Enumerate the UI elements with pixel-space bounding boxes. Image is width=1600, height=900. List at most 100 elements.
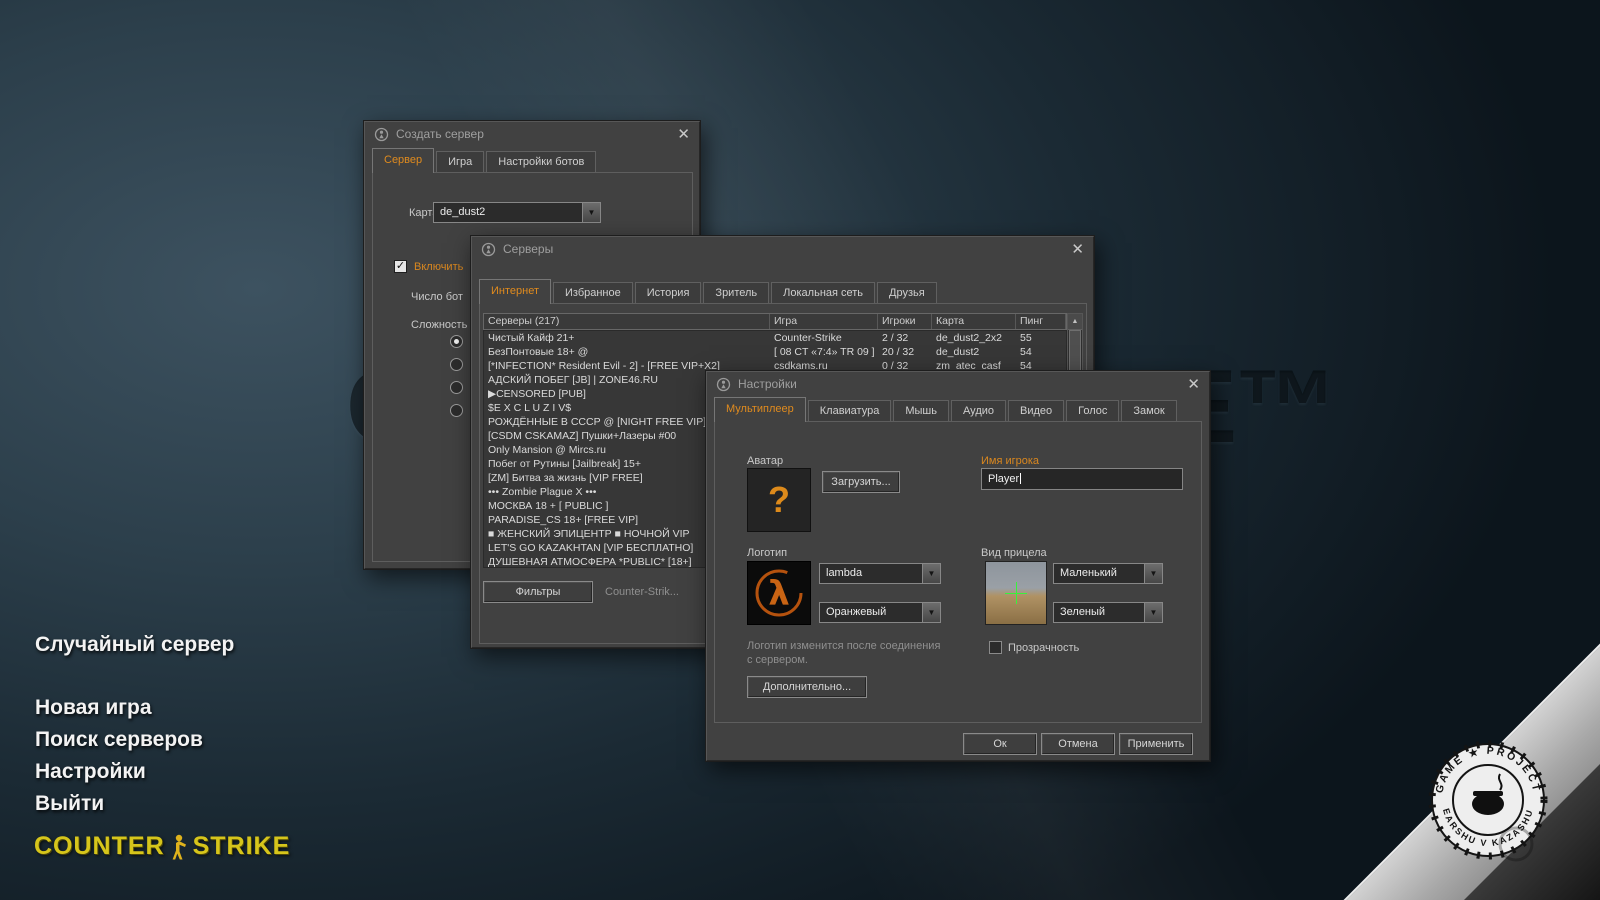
create-server-tab-1[interactable]: Сервер: [372, 148, 434, 173]
settings-tab-6[interactable]: Голос: [1066, 400, 1119, 421]
cs-window-icon: [716, 377, 731, 392]
server-game: [ 08 CT «7:4» TR 09 ]: [770, 345, 878, 359]
cs-window-icon: [481, 242, 496, 257]
logo-strike-text: STRIKE: [193, 832, 291, 861]
game-filter-text: Counter-Strik...: [605, 586, 679, 598]
filters-button[interactable]: Фильтры: [483, 581, 593, 603]
column-header-3[interactable]: Игроки: [878, 314, 932, 329]
chevron-down-icon[interactable]: ▼: [922, 564, 940, 583]
settings-tab-4[interactable]: Аудио: [951, 400, 1006, 421]
server-row[interactable]: Чистый Кайф 21+Counter-Strike2 / 32de_du…: [484, 331, 1066, 345]
chevron-down-icon[interactable]: ▼: [1144, 564, 1162, 583]
server-name: БезПонтовые 18+ @: [484, 345, 770, 359]
logo-note-line2: с сервером.: [747, 654, 808, 666]
spray-logo-image: λ: [747, 561, 811, 625]
player-name-value: Player: [988, 473, 1019, 485]
logo-color-select[interactable]: Оранжевый ▼: [819, 602, 941, 623]
menu-item-3[interactable]: Поиск серверов: [35, 728, 234, 752]
window-title: Создать сервер: [396, 127, 484, 141]
logo-label: Логотип: [747, 547, 787, 559]
difficulty-radio-4[interactable]: [450, 404, 463, 417]
difficulty-radio-2[interactable]: [450, 358, 463, 371]
servers-tab-4[interactable]: Зритель: [703, 282, 769, 303]
transparency-checkbox[interactable]: [989, 641, 1002, 654]
settings-tab-7[interactable]: Замок: [1121, 400, 1176, 421]
avatar-image: ?: [747, 468, 811, 532]
create-server-tab-3[interactable]: Настройки ботов: [486, 151, 596, 172]
bots-count-label: Число бот: [411, 291, 463, 303]
crosshair-preview-image: [985, 561, 1047, 625]
crosshair-label: Вид прицела: [981, 547, 1047, 559]
svg-text:λ: λ: [768, 574, 790, 614]
menu-item-5[interactable]: Выйти: [35, 792, 234, 816]
crosshair-size-value: Маленький: [1054, 564, 1144, 583]
settings-tab-2[interactable]: Клавиатура: [808, 400, 892, 421]
create-server-titlebar[interactable]: Создать сервер ✕: [364, 121, 700, 147]
server-row[interactable]: БезПонтовые 18+ @[ 08 CT «7:4» TR 09 ]20…: [484, 345, 1066, 359]
difficulty-radio-1[interactable]: [450, 335, 463, 348]
logo-note-line1: Логотип изменится после соединения: [747, 640, 940, 652]
logo-select[interactable]: lambda ▼: [819, 563, 941, 584]
close-icon[interactable]: ✕: [1187, 377, 1200, 392]
settings-tab-5[interactable]: Видео: [1008, 400, 1064, 421]
create-server-tab-2[interactable]: Игра: [436, 151, 484, 172]
chevron-down-icon[interactable]: ▼: [582, 203, 600, 222]
crosshair-color-value: Зеленый: [1054, 603, 1144, 622]
enable-bots-label: Включить: [414, 261, 463, 273]
settings-window: Настройки ✕ МультиплеерКлавиатураМышьАуд…: [705, 370, 1211, 762]
settings-titlebar[interactable]: Настройки ✕: [706, 371, 1210, 397]
column-header-4[interactable]: Карта: [932, 314, 1016, 329]
servers-tab-6[interactable]: Друзья: [877, 282, 937, 303]
difficulty-label: Сложность: [411, 319, 467, 331]
crosshair-vertical-line: [1016, 582, 1017, 604]
logo-color-value: Оранжевый: [820, 603, 922, 622]
transparency-label: Прозрачность: [1008, 642, 1079, 654]
servers-tab-1[interactable]: Интернет: [479, 279, 551, 304]
crosshair-size-select[interactable]: Маленький ▼: [1053, 563, 1163, 584]
load-avatar-button[interactable]: Загрузить...: [822, 471, 900, 493]
cs-soldier-icon: [169, 834, 189, 861]
difficulty-radio-3[interactable]: [450, 381, 463, 394]
settings-tab-3[interactable]: Мышь: [893, 400, 949, 421]
desktop-background: COUNTER-STRIKE™ GAME ★ PROJECT EARSHU V …: [0, 0, 1600, 900]
enable-bots-checkbox[interactable]: ✓: [394, 260, 407, 273]
server-map: de_dust2: [932, 345, 1016, 359]
servers-tab-5[interactable]: Локальная сеть: [771, 282, 875, 303]
server-players: 2 / 32: [878, 331, 932, 345]
logo-select-value: lambda: [820, 564, 922, 583]
close-icon[interactable]: ✕: [677, 127, 690, 142]
chevron-down-icon[interactable]: ▼: [1144, 603, 1162, 622]
column-header-1[interactable]: Серверы (217): [484, 314, 770, 329]
corner-watermark-icon: [1496, 824, 1536, 864]
menu-item-2[interactable]: Новая игра: [35, 696, 234, 720]
lambda-icon: λ: [751, 565, 807, 621]
window-title: Серверы: [503, 242, 553, 256]
crosshair-color-select[interactable]: Зеленый ▼: [1053, 602, 1163, 623]
scroll-up-icon[interactable]: ▲: [1068, 314, 1082, 330]
chevron-down-icon[interactable]: ▼: [922, 603, 940, 622]
main-menu: Случайный сервер Новая игра Поиск серверов…: [35, 633, 234, 824]
menu-item-4[interactable]: Настройки: [35, 760, 234, 784]
apply-button[interactable]: Применить: [1119, 733, 1193, 755]
advanced-button[interactable]: Дополнительно...: [747, 676, 867, 698]
servers-tab-3[interactable]: История: [635, 282, 702, 303]
map-select[interactable]: de_dust2 ▼: [433, 202, 601, 223]
servers-titlebar[interactable]: Серверы ✕: [471, 236, 1094, 262]
servers-tab-2[interactable]: Избранное: [553, 282, 633, 303]
column-header-2[interactable]: Игра: [770, 314, 878, 329]
cancel-button[interactable]: Отмена: [1041, 733, 1115, 755]
ok-button[interactable]: Ок: [963, 733, 1037, 755]
close-icon[interactable]: ✕: [1071, 242, 1084, 257]
server-ping: 54: [1016, 345, 1066, 359]
server-name: Чистый Кайф 21+: [484, 331, 770, 345]
avatar-placeholder-glyph: ?: [768, 479, 790, 521]
column-header-5[interactable]: Пинг: [1016, 314, 1066, 329]
map-select-value: de_dust2: [434, 203, 582, 222]
menu-item-1[interactable]: Случайный сервер: [35, 633, 234, 657]
server-list-header[interactable]: Серверы (217)ИграИгрокиКартаПинг: [483, 313, 1067, 330]
cs-window-icon: [374, 127, 389, 142]
window-title: Настройки: [738, 377, 797, 391]
player-name-input[interactable]: Player: [981, 468, 1183, 490]
settings-tab-1[interactable]: Мультиплеер: [714, 397, 806, 422]
logo-counter-text: COUNTER: [34, 832, 165, 861]
